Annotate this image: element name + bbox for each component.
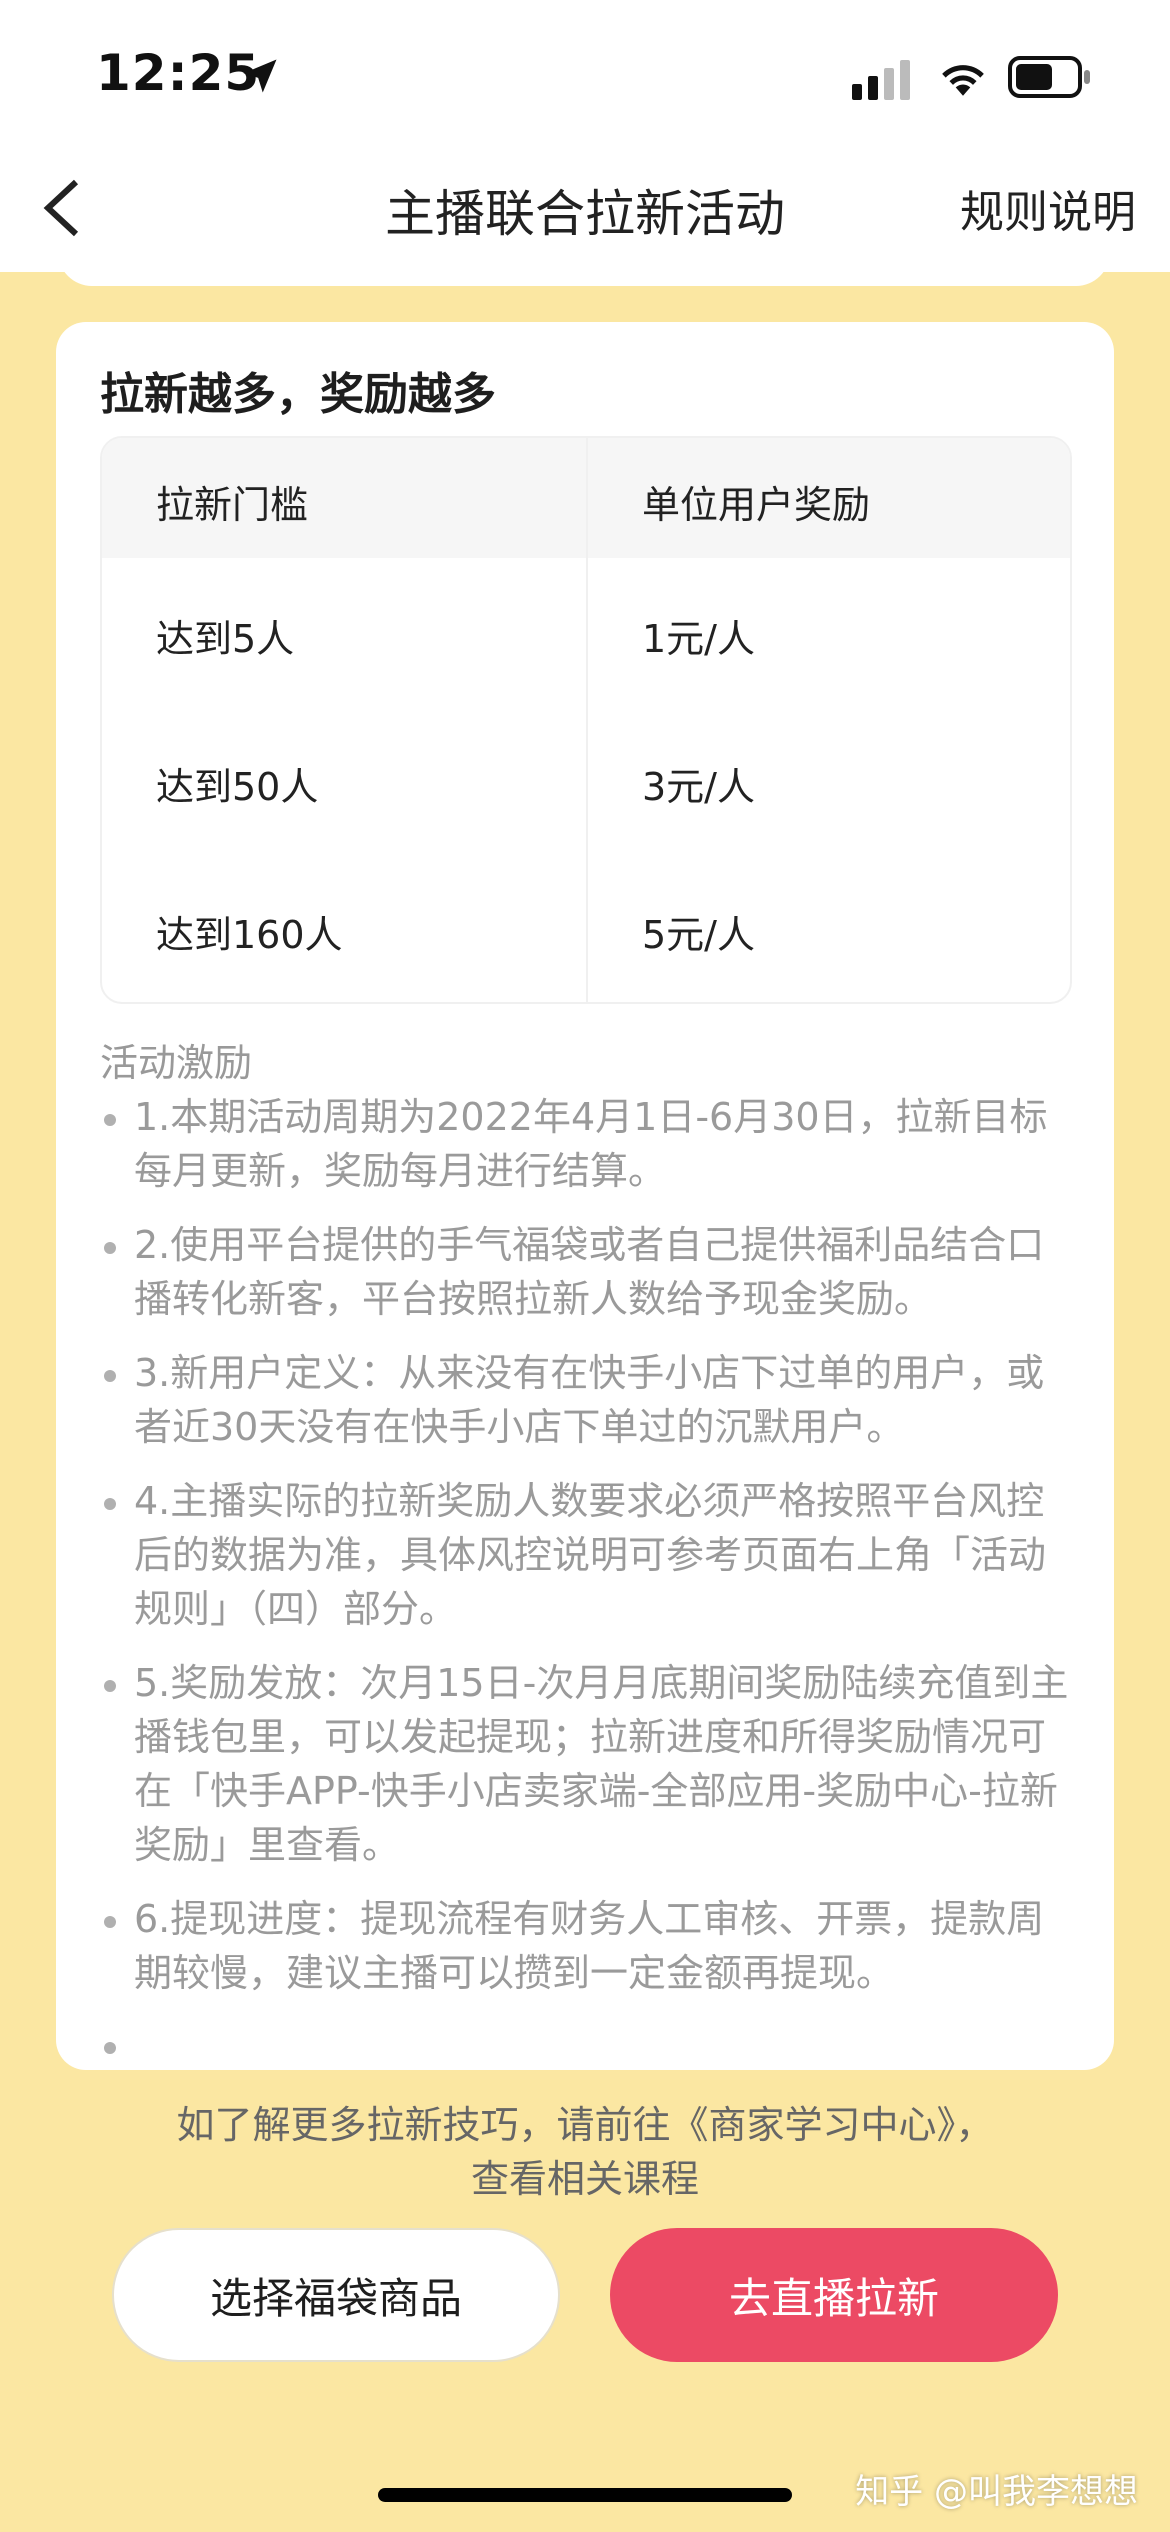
bullet-dot-icon [104, 1242, 116, 1254]
bullet-dot-icon [104, 1114, 116, 1126]
bullet-dot-icon [104, 1680, 116, 1692]
top-bar: 12:25 主播联合拉新活动 规则说明 [0, 0, 1170, 272]
list-item: 3.新用户定义：从来没有在快手小店下过单的用户，或者近30天没有在快手小店下单过… [100, 1346, 1080, 1454]
wifi-icon [942, 65, 984, 96]
watermark: 知乎 @叫我李想想 [855, 2472, 1138, 2512]
reward-table: 拉新门槛 单位用户奖励 达到5人 1元/人 达到50人 3元/人 达到160人 … [100, 436, 1072, 1004]
card-title: 拉新越多，奖励越多 [100, 369, 496, 420]
cellular-signal-icon [852, 60, 910, 100]
learning-tip: 如了解更多拉新技巧，请前往《商家学习中心》， 查看相关课程 [0, 2098, 1170, 2206]
bullet-dot-icon [104, 1916, 116, 1928]
go-live-button[interactable]: 去直播拉新 [610, 2228, 1058, 2362]
table-header-threshold: 拉新门槛 [156, 483, 309, 527]
bullet-dot-icon [104, 1370, 116, 1382]
rule-text: 2.使用平台提供的手气福袋或者自己提供福利品结合口播转化新客，平台按照拉新人数给… [134, 1223, 1045, 1321]
home-indicator[interactable] [378, 2488, 792, 2502]
section-title: 活动激励 [100, 1041, 253, 1085]
previous-card-edge [58, 240, 1110, 286]
rule-text: 6.提现进度：提现流程有财务人工审核、开票，提款周期较慢，建议主播可以攒到一定金… [134, 1897, 1045, 1995]
list-item: 4.主播实际的拉新奖励人数要求必须严格按照平台风控后的数据为准，具体风控说明可参… [100, 1474, 1080, 1636]
list-item: 1.本期活动周期为2022年4月1日-6月30日，拉新目标每月更新，奖励每月进行… [100, 1090, 1080, 1198]
rule-text: 1.本期活动周期为2022年4月1日-6月30日，拉新目标每月更新，奖励每月进行… [134, 1095, 1048, 1193]
table-cell-reward: 5元/人 [642, 913, 755, 957]
reward-card: 拉新越多，奖励越多 拉新门槛 单位用户奖励 达到5人 1元/人 达到50人 3元… [56, 322, 1114, 2070]
bullet-dot-icon [104, 1498, 116, 1510]
table-cell-threshold: 达到5人 [156, 617, 295, 661]
column-divider [586, 438, 588, 1002]
list-item: 6.提现进度：提现流程有财务人工审核、开票，提款周期较慢，建议主播可以攒到一定金… [100, 1892, 1080, 2000]
table-cell-reward: 1元/人 [642, 617, 755, 661]
location-arrow-icon [243, 59, 277, 93]
table-cell-reward: 3元/人 [642, 765, 755, 809]
tip-line: 如了解更多拉新技巧，请前往《商家学习中心》， [176, 2103, 994, 2147]
table-cell-threshold: 达到160人 [156, 913, 343, 957]
battery-icon [1008, 56, 1090, 98]
select-lucky-bag-button[interactable]: 选择福袋商品 [112, 2228, 560, 2362]
rules-list: 1.本期活动周期为2022年4月1日-6月30日，拉新目标每月更新，奖励每月进行… [100, 1090, 1080, 2020]
rule-text: 5.奖励发放：次月15日-次月月底期间奖励陆续充值到主播钱包里，可以发起提现；拉… [134, 1661, 1069, 1867]
bullet-dot-icon [104, 2042, 116, 2054]
rule-text: 4.主播实际的拉新奖励人数要求必须严格按照平台风控后的数据为准，具体风控说明可参… [134, 1479, 1047, 1631]
table-cell-threshold: 达到50人 [156, 765, 319, 809]
table-header-reward: 单位用户奖励 [642, 483, 871, 527]
rules-link[interactable]: 规则说明 [960, 176, 1136, 240]
tip-line: 查看相关课程 [470, 2157, 699, 2201]
list-item: 5.奖励发放：次月15日-次月月底期间奖励陆续充值到主播钱包里，可以发起提现；拉… [100, 1656, 1080, 1872]
rule-text: 3.新用户定义：从来没有在快手小店下过单的用户，或者近30天没有在快手小店下单过… [134, 1351, 1045, 1449]
list-item: 2.使用平台提供的手气福袋或者自己提供福利品结合口播转化新客，平台按照拉新人数给… [100, 1218, 1080, 1326]
status-time: 12:25 [96, 44, 261, 102]
